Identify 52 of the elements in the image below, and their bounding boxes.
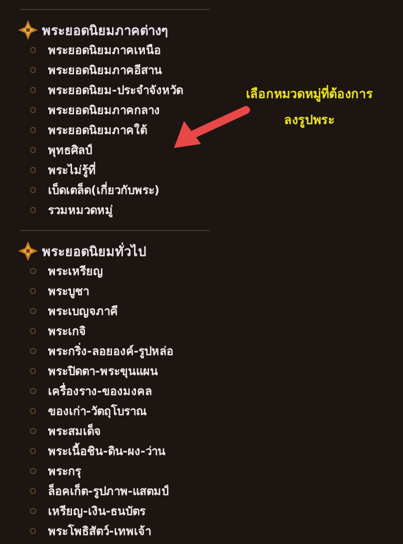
category-link[interactable]: พระกริ่ง-ลอยองค์-รูปหล่อ [48,342,174,360]
bullet-icon [30,428,36,434]
bullet-icon [30,107,36,113]
bullet-icon [30,167,36,173]
category-link[interactable]: พระบูชา [48,282,89,300]
bullet-icon [30,488,36,494]
bullet-icon [30,47,36,53]
category-link[interactable]: ของเก่า-วัตถุโบราณ [48,402,147,420]
bullet-icon [30,187,36,193]
bullet-icon [30,288,36,294]
bullet-icon [30,448,36,454]
bullet-icon [30,388,36,394]
category-link[interactable]: พุทธศิลป์ [48,141,92,159]
section-title: พระยอดนิยมภาคต่างๆ [42,22,168,40]
bullet-icon [30,87,36,93]
category-link[interactable]: พระไม่รู้ที่ [48,161,96,179]
category-link[interactable]: พระยอดนิยมภาคเหนือ [48,41,161,59]
category-link[interactable]: พระยอดนิยมภาคใต้ [48,121,147,139]
category-link[interactable]: พระเบญจภาคี [48,302,118,320]
section-title: พระยอดนิยมทั่วไป [42,242,146,262]
category-link[interactable]: เหรียญ-เงิน-ธนบัตร [48,502,146,520]
bullet-icon [30,468,36,474]
ornament-icon [18,241,38,261]
annotation-text: ลงรูปพระ [284,111,335,130]
category-link[interactable]: พระปิดตา-พระขุนแผน [48,362,158,380]
category-link[interactable]: พระสมเด็จ [48,422,101,440]
bullet-icon [30,308,36,314]
category-link[interactable]: พระยอดนิยม-ประจำจังหวัด [48,81,183,99]
bullet-icon [30,348,36,354]
bullet-icon [30,328,36,334]
category-link[interactable]: พระโพธิสัตว์-เทพเจ้า [48,522,151,540]
bullet-icon [30,408,36,414]
category-link[interactable]: พระยอดนิยมภาคอีสาน [48,61,162,79]
bullet-icon [30,508,36,514]
bullet-icon [30,528,36,534]
bullet-icon [30,147,36,153]
bullet-icon [30,67,36,73]
category-link[interactable]: เครื่องราง-ของมงคล [48,382,152,400]
bullet-icon [30,368,36,374]
bullet-icon [30,268,36,274]
category-link[interactable]: ล็อคเก็ต-รูปภาพ-แสตมป์ [48,482,169,500]
bullet-icon [30,127,36,133]
category-link[interactable]: พระเหรียญ [48,262,103,280]
category-link[interactable]: เบ็ดเตล็ด(เกี่ยวกับพระ) [48,181,160,199]
annotation-text: เลือกหมวดหมู่ที่ต้องการ [246,84,373,104]
category-link[interactable]: พระเนื้อชิน-ดิน-ผง-ว่าน [48,442,166,460]
category-link[interactable]: รวมหมวดหมู่ [48,201,113,219]
category-link[interactable]: พระเกจิ [48,322,86,340]
category-link[interactable]: พระกรุ [48,462,81,480]
ornament-icon [18,20,38,40]
category-link[interactable]: พระยอดนิยมภาคกลาง [48,101,160,119]
bullet-icon [30,207,36,213]
